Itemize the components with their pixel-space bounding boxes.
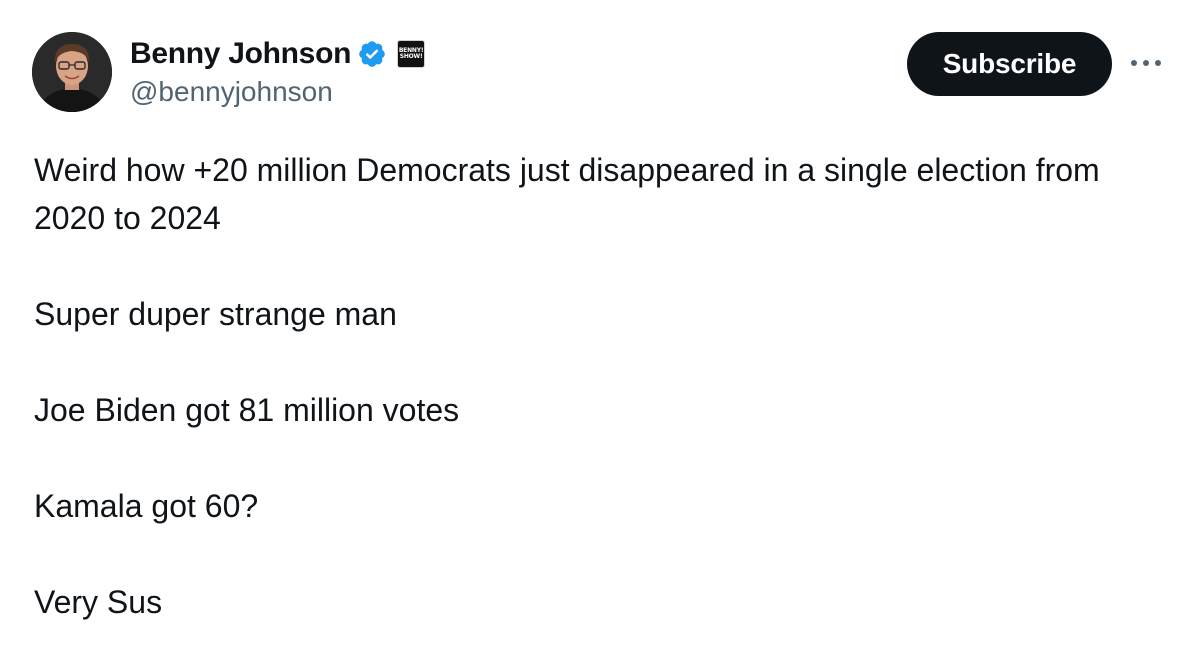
affiliate-badge-text: BENNY! SHOW!: [398, 47, 424, 60]
affiliate-badge-icon[interactable]: BENNY! SHOW!: [397, 40, 426, 68]
tweet-text: Weird how +20 million Democrats just dis…: [34, 146, 1164, 626]
tweet-paragraph: Very Sus: [34, 584, 163, 620]
tweet-paragraph: Weird how +20 million Democrats just dis…: [34, 152, 1100, 236]
more-options-button[interactable]: [1126, 48, 1166, 78]
tweet-paragraph: Kamala got 60?: [34, 488, 259, 524]
subscribe-button[interactable]: Subscribe: [907, 32, 1112, 96]
author-name-row: Benny Johnson BENNY! SHOW!: [130, 34, 426, 74]
tweet-paragraph: Super duper strange man: [34, 296, 397, 332]
display-name[interactable]: Benny Johnson: [130, 37, 351, 71]
avatar[interactable]: [32, 32, 112, 112]
more-horizontal-icon: [1131, 60, 1161, 66]
tweet-card: Benny Johnson BENNY! SHOW! @bennyjohnson…: [0, 0, 1188, 656]
verified-badge-icon[interactable]: [357, 39, 387, 69]
avatar-photo: [32, 32, 112, 112]
author-handle[interactable]: @bennyjohnson: [130, 76, 333, 108]
tweet-paragraph: Joe Biden got 81 million votes: [34, 392, 460, 428]
